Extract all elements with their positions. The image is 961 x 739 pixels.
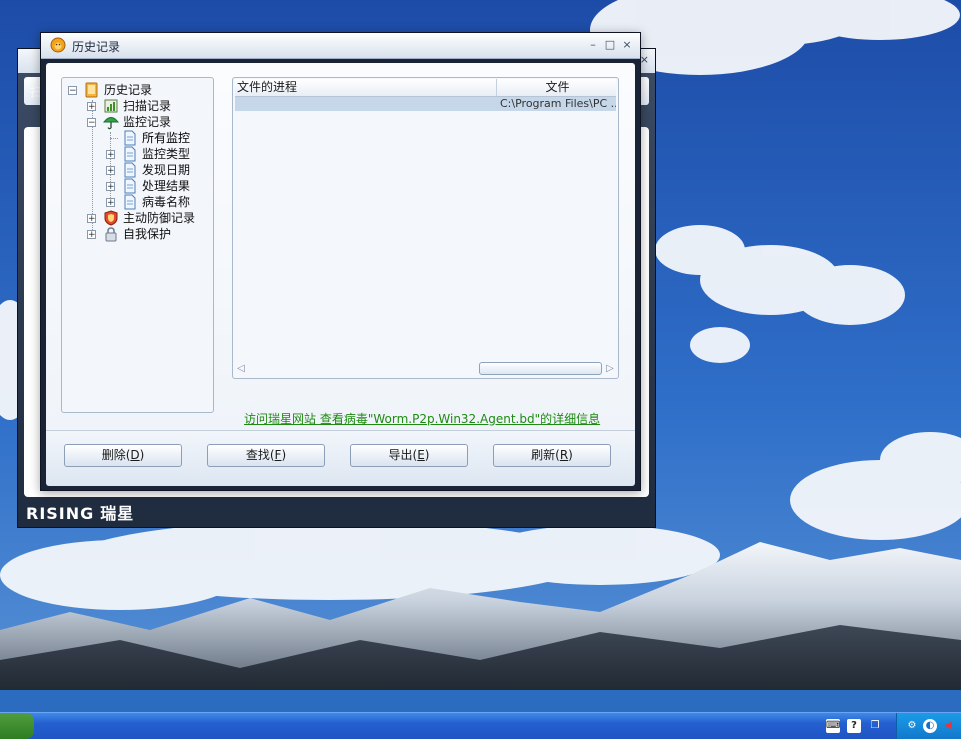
tree-guide-line xyxy=(110,138,118,139)
dialog-title: 历史记录 xyxy=(72,40,121,54)
tree-label: 发现日期 xyxy=(142,163,191,177)
delete-button-label-end: ) xyxy=(139,448,145,462)
document-icon xyxy=(124,178,136,194)
tree-label: 监控类型 xyxy=(142,147,191,161)
scroll-left-icon[interactable]: ◁ xyxy=(235,362,247,375)
tree-label: 主动防御记录 xyxy=(123,211,196,225)
tree-label: 处理结果 xyxy=(142,179,191,193)
rising-logo-latin: RISING xyxy=(26,504,95,523)
expand-icon[interactable]: + xyxy=(87,102,96,112)
scroll-right-icon[interactable]: ▷ xyxy=(604,362,616,375)
virus-link-prefix: 访问瑞星网站 查看病毒 xyxy=(244,412,368,426)
document-icon xyxy=(124,194,136,210)
history-dialog: 历史记录 – □ × − 历史记录 + 扫描记录 − 监控记录 所有监控 + 监… xyxy=(40,32,641,491)
help-icon[interactable]: ? xyxy=(847,719,861,733)
virus-link-name: "Worm.P2p.Win32.Agent.bd" xyxy=(367,412,541,426)
volume-icon[interactable]: ◀ xyxy=(941,719,955,733)
column-header-file[interactable]: 文件 xyxy=(497,79,618,96)
refresh-button[interactable]: 刷新(R) xyxy=(493,444,611,467)
start-button[interactable] xyxy=(0,713,34,739)
export-button-hotkey: E xyxy=(417,448,425,462)
dialog-body: − 历史记录 + 扫描记录 − 监控记录 所有监控 + 监控类型 + 发现日期 … xyxy=(46,63,635,486)
tree-label: 病毒名称 xyxy=(142,195,191,209)
refresh-button-hotkey: R xyxy=(559,448,569,462)
export-button-label-end: ) xyxy=(424,448,430,462)
network-icon[interactable]: ⚙ xyxy=(905,719,919,733)
dialog-button-bar: 删除(D) 查找(F) 导出(E) 刷新(R) xyxy=(46,430,635,486)
scan-chart-icon xyxy=(104,99,118,113)
history-folder-icon xyxy=(85,82,98,98)
record-list[interactable]: 文件的进程 文件 C:\Program Files\PC ... ◁ ▷ xyxy=(232,77,619,379)
rising-logo-cn: 瑞星 xyxy=(100,504,135,523)
tree-node-handling-result[interactable]: + 处理结果 xyxy=(106,178,206,194)
expand-icon[interactable]: + xyxy=(87,214,96,224)
rising-logo: RISING 瑞星 xyxy=(26,500,134,524)
expand-icon[interactable]: + xyxy=(106,166,115,176)
shield-icon xyxy=(104,210,118,226)
list-header: 文件的进程 文件 xyxy=(235,79,616,97)
tree-node-scan-records[interactable]: + 扫描记录 xyxy=(87,98,207,114)
delete-button[interactable]: 删除(D) xyxy=(64,444,182,467)
tree-node-monitor-records[interactable]: − 监控记录 xyxy=(87,114,207,130)
horizontal-scrollbar[interactable]: ◁ ▷ xyxy=(235,361,616,376)
scrollbar-thumb[interactable] xyxy=(479,362,602,375)
tree-label: 所有监控 xyxy=(142,131,191,145)
minimize-icon[interactable]: – xyxy=(586,38,600,52)
document-icon xyxy=(124,130,136,146)
document-icon xyxy=(124,146,136,162)
document-icon xyxy=(124,162,136,178)
delete-button-hotkey: D xyxy=(130,448,140,462)
tree-node-monitor-type[interactable]: + 监控类型 xyxy=(106,146,206,162)
close-icon[interactable]: × xyxy=(620,38,634,52)
collapse-icon[interactable]: − xyxy=(87,118,96,128)
tree-node-root[interactable]: − 历史记录 xyxy=(68,82,208,98)
keyboard-icon[interactable]: ⌨ xyxy=(826,719,840,733)
rising-lion-icon xyxy=(50,37,66,53)
tree-label: 历史记录 xyxy=(104,83,153,97)
history-tree: − 历史记录 + 扫描记录 − 监控记录 所有监控 + 监控类型 + 发现日期 … xyxy=(61,77,214,413)
expand-icon[interactable]: + xyxy=(106,198,115,208)
tree-label: 监控记录 xyxy=(123,115,172,129)
tree-label: 自我保护 xyxy=(123,227,172,241)
refresh-button-label: 刷新( xyxy=(531,448,560,462)
dialog-titlebar[interactable]: 历史记录 – □ × xyxy=(41,33,640,59)
export-button-label: 导出( xyxy=(388,448,418,462)
delete-button-label: 删除( xyxy=(101,448,131,462)
tree-node-active-defense[interactable]: + 主动防御记录 xyxy=(87,210,211,226)
taskbar: ⌨ ? ❐ ⚙ ◐ ◀ xyxy=(0,712,961,739)
tree-node-all-monitoring[interactable]: 所有监控 xyxy=(106,130,206,146)
system-tray: ⚙ ◐ ◀ xyxy=(896,713,961,739)
refresh-button-label-end: ) xyxy=(568,448,573,462)
maximize-icon[interactable]: □ xyxy=(603,38,617,52)
expand-icon[interactable]: + xyxy=(87,230,96,240)
tree-node-discovery-date[interactable]: + 发现日期 xyxy=(106,162,206,178)
column-header-process[interactable]: 文件的进程 xyxy=(235,79,497,96)
main-close-icon[interactable]: × xyxy=(640,53,649,66)
list-row[interactable]: C:\Program Files\PC ... xyxy=(235,97,616,111)
export-button[interactable]: 导出(E) xyxy=(350,444,468,467)
find-button-label: 查找( xyxy=(245,448,275,462)
virus-link-suffix: 的详细信息 xyxy=(540,412,601,426)
expand-icon[interactable]: + xyxy=(106,182,115,192)
virus-info-link[interactable]: 访问瑞星网站 查看病毒"Worm.P2p.Win32.Agent.bd"的详细信… xyxy=(244,410,600,427)
tree-node-self-protection[interactable]: + 自我保护 xyxy=(87,226,207,242)
restore-window-icon[interactable]: ❐ xyxy=(868,719,882,733)
find-button[interactable]: 查找(F) xyxy=(207,444,325,467)
collapse-icon[interactable]: − xyxy=(68,86,77,96)
expand-icon[interactable]: + xyxy=(106,150,115,160)
tree-label: 扫描记录 xyxy=(123,99,172,113)
rising-monitor-icon[interactable]: ◐ xyxy=(923,719,937,733)
cell-file: C:\Program Files\PC ... xyxy=(500,97,616,110)
find-button-label-end: ) xyxy=(281,448,287,462)
tree-node-virus-name[interactable]: + 病毒名称 xyxy=(106,194,206,210)
lock-icon xyxy=(105,227,117,242)
umbrella-icon xyxy=(103,117,119,130)
